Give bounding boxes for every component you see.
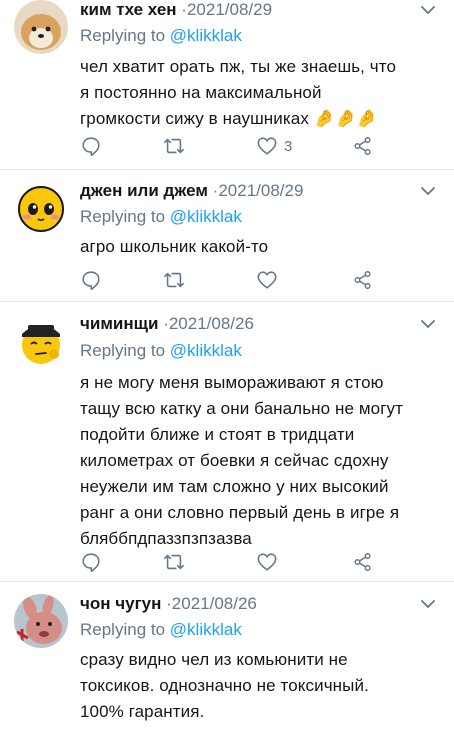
text-line: агро школьник какой-то	[80, 237, 269, 256]
share-icon	[354, 271, 371, 289]
replying-to-label: Replying to	[80, 207, 166, 226]
replying-to-label: Replying to	[80, 341, 166, 360]
reply-icon	[82, 271, 100, 290]
text-line: 100% гарантия.	[80, 702, 205, 721]
avatar-image	[14, 314, 68, 368]
avatar[interactable]	[14, 594, 68, 648]
chevron-down-icon[interactable]	[418, 594, 438, 614]
tweet-date[interactable]: 2021/08/29	[218, 181, 303, 200]
tweet-date[interactable]: 2021/08/29	[187, 0, 272, 19]
retweet-icon	[164, 138, 184, 154]
heart-icon	[257, 271, 277, 289]
tweet-text: я не могу меня вымораживают я стою тащу …	[80, 370, 440, 552]
like-button[interactable]	[256, 268, 284, 292]
tweet-actions	[80, 268, 380, 292]
heart-icon	[257, 137, 277, 155]
retweet-button[interactable]	[162, 550, 186, 574]
reply-tweet[interactable]: джен или джем ·2021/08/29 Replying to @k…	[0, 169, 454, 302]
text-line: громкости сижу в наушниках 🤌🤌🤌	[80, 109, 378, 128]
replying-to: Replying to @klikklak	[80, 26, 242, 46]
like-button[interactable]	[256, 550, 284, 574]
tweet-date[interactable]: 2021/08/26	[169, 314, 254, 333]
tweet-text: сразу видно чел из комьюнити не токсиков…	[80, 647, 440, 725]
tweet-header: ким тхе хен ·2021/08/29	[80, 0, 272, 20]
tweet-date[interactable]: 2021/08/26	[172, 594, 257, 613]
reply-button[interactable]	[80, 134, 102, 158]
share-icon	[354, 137, 371, 155]
text-line: я не могу меня вымораживают я стою	[80, 373, 384, 392]
reply-tweet[interactable]: чиминщи ·2021/08/26 Replying to @klikkla…	[0, 302, 454, 582]
replying-to: Replying to @klikklak	[80, 341, 242, 361]
avatar-image	[14, 181, 68, 235]
text-line: ранг а они словно первый день в игре я	[80, 503, 400, 522]
replying-to: Replying to @klikklak	[80, 620, 242, 640]
tweet-text: чел хватит орать пж, ты же знаешь, что я…	[80, 54, 440, 132]
tweet-actions: 3	[80, 134, 380, 158]
like-button[interactable]: 3	[256, 134, 292, 158]
text-line: чел хватит орать пж, ты же знаешь, что	[80, 57, 397, 76]
display-name[interactable]: джен или джем	[80, 181, 208, 200]
text-line: сразу видно чел из комьюнити не	[80, 650, 348, 669]
text-line: подойти ближе и стоят в тридцати	[80, 425, 355, 444]
tweet-text: агро школьник какой-то	[80, 234, 440, 260]
text-line: километрах от боевки я сейчас сдохну	[80, 451, 389, 470]
replying-to-label: Replying to	[80, 620, 166, 639]
share-button[interactable]	[352, 134, 374, 158]
text-line: тащу всю катку а они банально не могут	[80, 399, 404, 418]
tweet-header: чон чугун ·2021/08/26	[80, 594, 257, 614]
chevron-down-icon[interactable]	[418, 0, 438, 20]
reply-icon	[82, 553, 100, 572]
text-line: неужели им там сложно у них высокий	[80, 477, 389, 496]
reply-tweet[interactable]: ким тхе хен ·2021/08/29 Replying to @kli…	[0, 0, 454, 170]
retweet-icon	[164, 272, 184, 288]
display-name[interactable]: ким тхе хен	[80, 0, 177, 19]
share-icon	[354, 553, 371, 571]
text-line: я постоянно на максимальной	[80, 83, 322, 102]
share-button[interactable]	[352, 550, 374, 574]
avatar[interactable]	[14, 314, 68, 368]
retweet-button[interactable]	[162, 268, 186, 292]
reply-button[interactable]	[80, 550, 102, 574]
avatar[interactable]	[14, 181, 68, 235]
retweet-button[interactable]	[162, 134, 186, 158]
tweet-header: чиминщи ·2021/08/26	[80, 314, 254, 334]
avatar-image	[14, 0, 68, 54]
reply-icon	[82, 137, 100, 156]
mention-link[interactable]: @klikklak	[170, 620, 242, 639]
avatar-image	[14, 594, 68, 648]
display-name[interactable]: чон чугун	[80, 594, 161, 613]
retweet-icon	[164, 554, 184, 570]
tweet-actions	[80, 550, 380, 574]
mention-link[interactable]: @klikklak	[170, 207, 242, 226]
replying-to: Replying to @klikklak	[80, 207, 242, 227]
text-line: токсиков. однозначно не токсичный.	[80, 676, 369, 695]
mention-link[interactable]: @klikklak	[170, 26, 242, 45]
heart-icon	[257, 553, 277, 571]
chevron-down-icon[interactable]	[418, 181, 438, 201]
text-line: бляббпдпаззпзпзазва	[80, 529, 252, 548]
like-count: 3	[284, 137, 293, 155]
chevron-down-icon[interactable]	[418, 314, 438, 334]
display-name[interactable]: чиминщи	[80, 314, 158, 333]
share-button[interactable]	[352, 268, 374, 292]
tweet-header: джен или джем ·2021/08/29	[80, 181, 303, 201]
reply-button[interactable]	[80, 268, 102, 292]
reply-tweet[interactable]: чон чугун ·2021/08/26 Replying to @klikk…	[0, 582, 454, 742]
mention-link[interactable]: @klikklak	[170, 341, 242, 360]
replying-to-label: Replying to	[80, 26, 166, 45]
avatar[interactable]	[14, 0, 68, 54]
